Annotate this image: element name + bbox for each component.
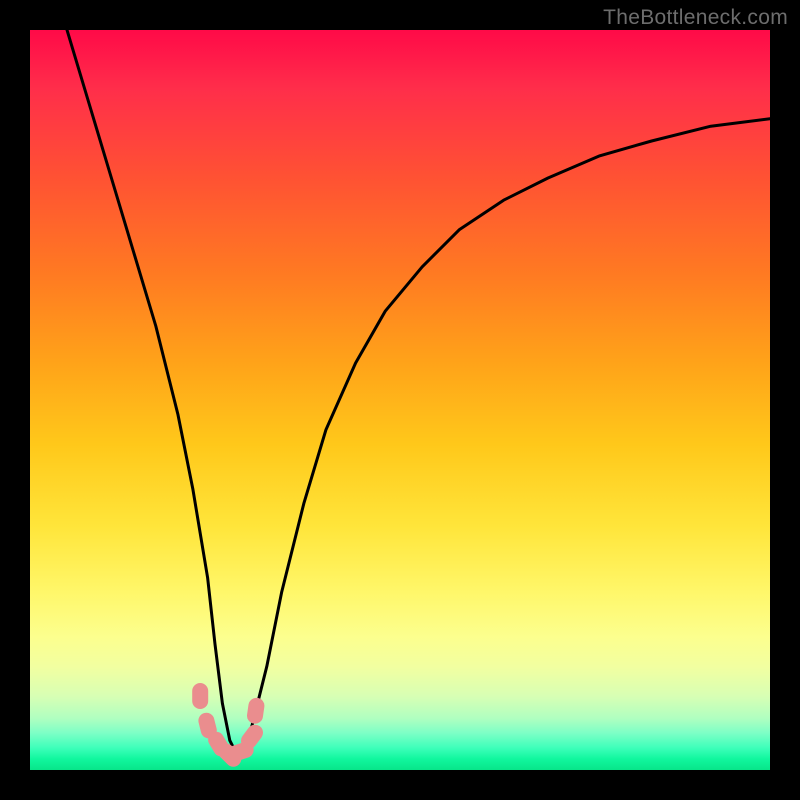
plot-area: [30, 30, 770, 770]
marker-layer: [30, 30, 770, 770]
watermark-text: TheBottleneck.com: [603, 6, 788, 30]
curve-marker: [246, 697, 266, 725]
chart-frame: TheBottleneck.com: [0, 0, 800, 800]
curve-marker: [192, 683, 208, 709]
